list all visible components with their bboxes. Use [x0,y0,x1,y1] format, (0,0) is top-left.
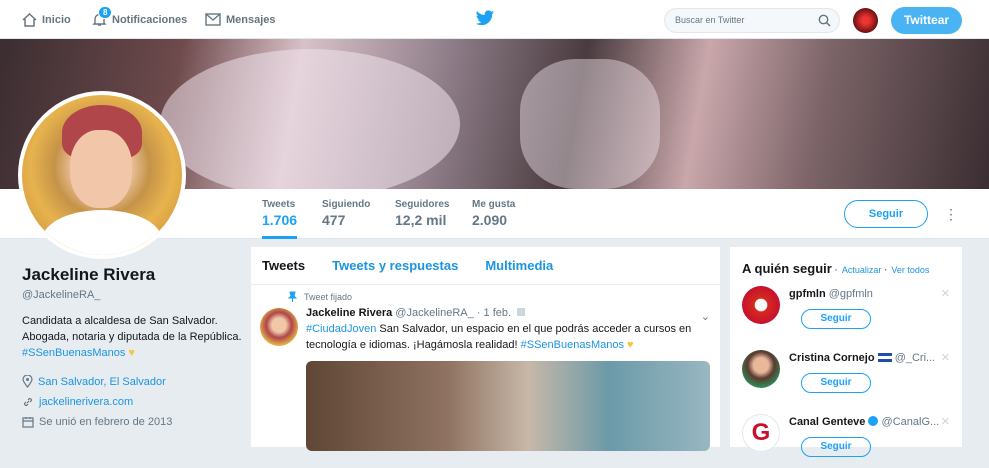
suggestion-gpfmln: gpfmln @gpfmln ✕ Seguir [742,284,950,340]
website-link[interactable]: jackelinerivera.com [39,396,133,408]
heart-emoji-icon: ♥ [128,347,135,359]
nav-messages-label: Mensajes [226,13,276,26]
suggestion-name[interactable]: Cristina Cornejo @_Cri... [789,352,954,364]
tweet-author-handle[interactable]: @JackelineRA_ [395,307,473,319]
tab-media[interactable]: Multimedia [485,258,553,273]
more-options-icon[interactable]: ⋮ [944,206,958,223]
link-icon [23,397,33,407]
tweet-date[interactable]: · 1 feb. [477,307,511,319]
translate-icon [517,308,526,316]
pinned-tweet[interactable]: Tweet fijado Jackeline Rivera @Jackeline… [251,285,720,451]
stat-likes[interactable]: Me gusta 2.090 [472,199,515,228]
suggestion-avatar[interactable] [742,350,780,388]
stat-tweets-value: 1.706 [262,212,298,228]
refresh-link[interactable]: Actualizar [842,265,882,275]
location-text[interactable]: San Salvador, El Salvador [38,376,166,388]
suggestion-cristina-cornejo: Cristina Cornejo @_Cri... ✕ Seguir [742,348,950,404]
nav-home[interactable]: Inicio [22,0,71,39]
tweet-text: #CiudadJoven San Salvador, un espacio en… [306,321,710,353]
bio-hashtag[interactable]: #SSenBuenasManos [22,347,125,359]
tweet-media-image[interactable] [306,361,710,451]
stat-tweets[interactable]: Tweets 1.706 [262,199,298,239]
tweet-hashtag-ssenbuenasmanos[interactable]: #SSenBuenasManos [521,339,624,351]
stat-followers-label: Seguidores [395,199,450,210]
timeline: Tweets Tweets y respuestas Multimedia Tw… [251,247,720,451]
dismiss-icon[interactable]: ✕ [941,287,950,300]
nav-messages[interactable]: Mensajes [205,0,276,39]
pinned-text: Tweet fijado [304,291,353,302]
suggestion-avatar[interactable] [742,286,780,324]
suggestion-name[interactable]: gpfmln @gpfmln [789,288,954,300]
tab-tweets[interactable]: Tweets [262,258,305,273]
tab-tweets-and-replies[interactable]: Tweets y respuestas [332,258,458,273]
profile-card: Jackeline Rivera @JackelineRA_ Candidata… [22,265,242,428]
bio-text: Candidata a alcaldesa de San Salvador. A… [22,315,242,343]
calendar-icon [22,417,34,428]
view-all-link[interactable]: Ver todos [891,265,929,275]
stat-following-value: 477 [322,212,346,228]
profile-name[interactable]: Jackeline Rivera [22,265,242,285]
user-avatar[interactable] [853,8,878,33]
suggestion-avatar[interactable]: G [742,414,780,452]
flag-icon [877,353,892,362]
timeline-tabs: Tweets Tweets y respuestas Multimedia [251,247,720,285]
suggestion-canal-genteve: G Canal Genteve @CanalG... ✕ Seguir [742,412,950,468]
dismiss-icon[interactable]: ✕ [941,415,950,428]
joined-text: Se unió en febrero de 2013 [39,416,173,428]
follow-button[interactable]: Seguir [801,437,871,457]
stat-likes-value: 2.090 [472,212,508,228]
heart-emoji-icon: ♥ [627,339,634,351]
profile-location: San Salvador, El Salvador [22,375,242,388]
follow-button[interactable]: Seguir [844,200,928,228]
search-icon[interactable] [818,14,831,27]
notification-count-badge: 8 [98,6,113,19]
stat-following[interactable]: Siguiendo 477 [322,199,370,228]
who-to-follow-title: A quién seguir [742,261,832,276]
tweet-header: Jackeline Rivera @JackelineRA_ · 1 feb. [306,307,710,319]
tweet-hashtag-ciudadjoven[interactable]: #CiudadJoven [306,323,376,335]
profile-website: jackelinerivera.com [22,396,242,408]
profile-bio: Candidata a alcaldesa de San Salvador. A… [22,313,242,361]
verified-badge-icon [868,416,879,426]
search-placeholder: Buscar en Twitter [675,15,745,25]
follow-button[interactable]: Seguir [801,373,871,393]
profile-handle[interactable]: @JackelineRA_ [22,289,242,301]
stat-following-label: Siguiendo [322,199,371,210]
top-navigation-bar: Inicio 8 Notificaciones Mensajes Buscar … [0,0,989,39]
envelope-icon [205,13,221,26]
pinned-label: Tweet fijado [288,291,710,302]
nav-notifications[interactable]: 8 Notificaciones [92,0,187,39]
stat-likes-label: Me gusta [472,199,516,210]
tweet-author-avatar[interactable] [260,308,298,346]
who-to-follow-panel: A quién seguir · Actualizar · Ver todos … [730,247,962,457]
pin-icon [288,291,297,302]
tweet-button[interactable]: Twittear [891,7,962,34]
stat-tweets-label: Tweets [262,199,296,210]
stat-followers[interactable]: Seguidores 12,2 mil [395,199,449,228]
search-input[interactable]: Buscar en Twitter [664,8,840,33]
location-pin-icon [22,375,33,388]
nav-notifications-label: Notificaciones [112,13,188,26]
who-to-follow-header: A quién seguir · Actualizar · Ver todos [742,261,930,276]
chevron-down-icon[interactable]: ⌄ [701,310,710,323]
home-icon [22,12,37,27]
stat-followers-value: 12,2 mil [395,212,447,228]
profile-avatar[interactable] [18,91,186,259]
follow-button[interactable]: Seguir [801,309,871,329]
dismiss-icon[interactable]: ✕ [941,351,950,364]
twitter-bird-logo[interactable] [475,10,495,27]
suggestion-name[interactable]: Canal Genteve @CanalG... [789,416,954,428]
nav-home-label: Inicio [42,13,71,26]
profile-joined: Se unió en febrero de 2013 [22,416,242,428]
tweet-author-name[interactable]: Jackeline Rivera [306,307,392,319]
